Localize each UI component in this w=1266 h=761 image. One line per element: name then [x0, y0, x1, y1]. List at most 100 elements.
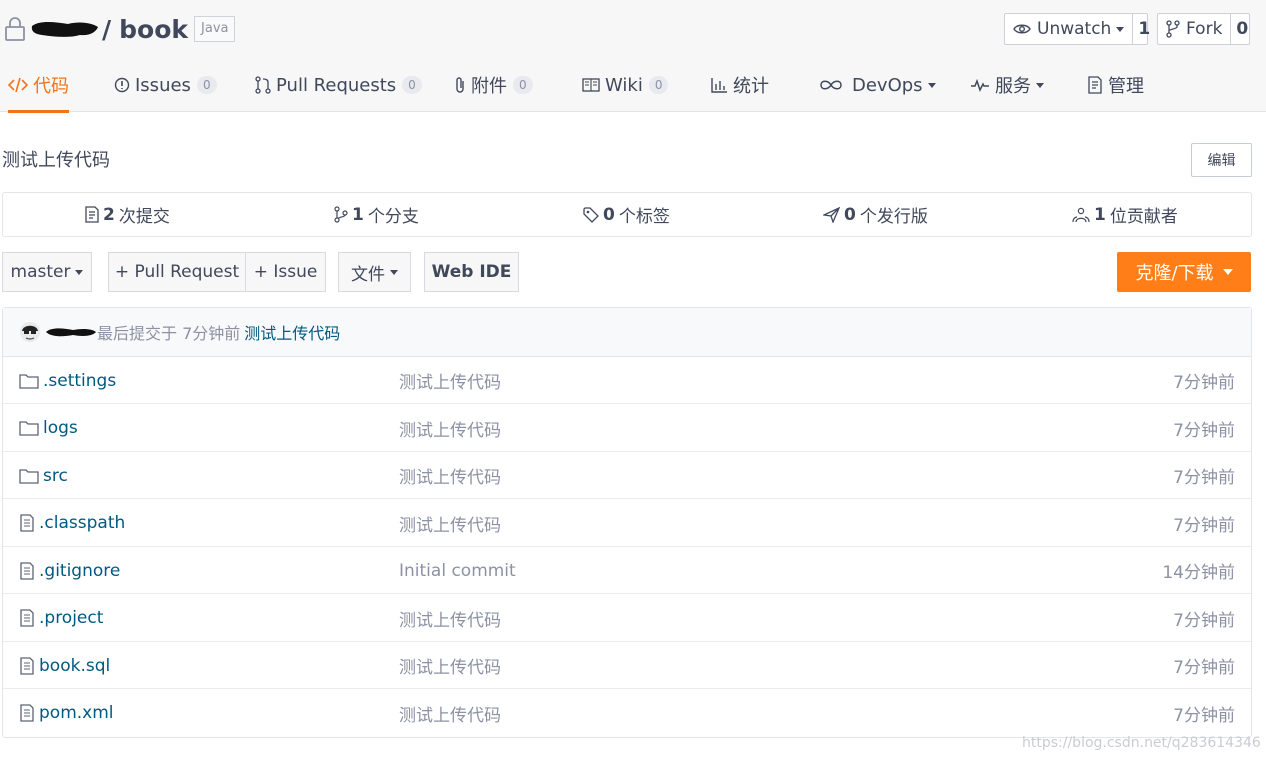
author-name-redacted[interactable] [45, 325, 97, 339]
unwatch-label: Unwatch [1037, 19, 1112, 39]
table-row[interactable]: src 测试上传代码 7分钟前 [3, 452, 1251, 499]
file-name-link[interactable]: src [19, 452, 68, 499]
commit-count: 2 [103, 204, 115, 225]
table-row[interactable]: .project 测试上传代码 7分钟前 [3, 595, 1251, 642]
last-commit-bar: 最后提交于 7分钟前 测试上传代码 [3, 308, 1251, 357]
folder-icon [19, 421, 39, 436]
new-pull-request-button[interactable]: + Pull Request [108, 252, 246, 292]
file-icon [20, 561, 34, 580]
chevron-down-icon [1116, 26, 1125, 32]
fork-count[interactable]: 0 [1231, 14, 1253, 44]
chevron-down-icon [75, 269, 84, 275]
last-commit-message[interactable]: 测试上传代码 [244, 320, 340, 344]
tab-label: DevOps [852, 74, 923, 96]
tab-label: Wiki [605, 74, 643, 96]
stat-releases[interactable]: 0 个发行版 [823, 193, 928, 236]
pulse-icon [971, 78, 989, 92]
commit-doc-icon [85, 206, 99, 223]
stat-contributors[interactable]: 1 位贡献者 [1072, 193, 1178, 236]
tab-label: 管理 [1108, 76, 1144, 97]
edit-description-button[interactable]: 编辑 [1191, 143, 1252, 177]
branch-select[interactable]: master [2, 252, 92, 292]
contributor-count: 1 [1094, 204, 1106, 225]
web-ide-button[interactable]: Web IDE [424, 252, 519, 292]
watermark: https://blog.csdn.net/q283614346 [1022, 735, 1261, 751]
clone-download-button[interactable]: 克隆/下载 [1117, 252, 1251, 292]
repo-nav-tabs: 代码 Issues 0 Pull Requests 0 附件 0 Wiki 0 … [0, 58, 1266, 113]
lock-icon [5, 17, 25, 41]
file-name: .classpath [39, 513, 126, 533]
file-name-link[interactable]: .gitignore [19, 547, 120, 594]
file-name-link[interactable]: .project [19, 595, 103, 642]
unwatch-button[interactable]: Unwatch [1005, 14, 1134, 44]
paperclip-icon [456, 77, 464, 93]
tab-label: Pull Requests [276, 74, 397, 96]
stat-commits[interactable]: 2 次提交 [85, 193, 170, 236]
branch-select-value: master [10, 262, 71, 282]
tab-pull-requests[interactable]: Pull Requests 0 [255, 58, 422, 112]
contributors-icon [1072, 207, 1090, 222]
file-commit-message[interactable]: 测试上传代码 [399, 642, 501, 689]
chevron-down-icon [927, 82, 936, 88]
file-commit-message[interactable]: 测试上传代码 [399, 595, 501, 642]
repo-name[interactable]: book [119, 15, 188, 44]
tab-label: 代码 [33, 76, 69, 97]
file-name: book.sql [39, 655, 111, 676]
tab-label: Issues [135, 74, 191, 96]
info-circle-icon [114, 77, 130, 93]
tab-devops[interactable]: DevOps [819, 58, 936, 112]
file-name-link[interactable]: .classpath [19, 500, 125, 547]
file-menu-label: 文件 [351, 264, 385, 285]
table-row[interactable]: .settings 测试上传代码 7分钟前 [3, 357, 1251, 404]
table-row[interactable]: .classpath 测试上传代码 7分钟前 [3, 500, 1251, 547]
file-commit-message[interactable]: 测试上传代码 [399, 452, 501, 499]
watch-count[interactable]: 1 [1133, 14, 1155, 44]
stat-branches[interactable]: 1 个分支 [334, 193, 419, 236]
table-row[interactable]: pom.xml 测试上传代码 7分钟前 [3, 690, 1251, 737]
tab-attachments[interactable]: 附件 0 [454, 58, 533, 112]
last-commit-time: 最后提交于 7分钟前 [97, 324, 241, 343]
file-icon [20, 609, 34, 627]
file-commit-message[interactable]: 测试上传代码 [399, 357, 501, 404]
table-row[interactable]: logs 测试上传代码 7分钟前 [3, 405, 1251, 452]
file-icon [20, 656, 34, 675]
file-name-link[interactable]: .settings [19, 357, 116, 404]
tab-statistics[interactable]: 统计 [711, 58, 769, 112]
table-row[interactable]: .gitignore Initial commit 14分钟前 [3, 547, 1251, 594]
file-name-link[interactable]: logs [19, 405, 78, 452]
watch-button-group: Unwatch 1 [1004, 13, 1150, 45]
fork-button[interactable]: Fork [1158, 14, 1232, 44]
stat-tags[interactable]: 0 个标签 [583, 193, 670, 236]
file-commit-message[interactable]: 测试上传代码 [399, 405, 501, 452]
file-commit-message[interactable]: 测试上传代码 [399, 690, 501, 737]
tab-services[interactable]: 服务 [970, 58, 1044, 112]
tab-code[interactable]: 代码 [8, 58, 69, 113]
tab-wiki[interactable]: Wiki 0 [582, 58, 669, 112]
file-commit-message[interactable]: Initial commit [399, 547, 516, 594]
infinity-icon [820, 80, 842, 90]
language-badge[interactable]: Java [194, 16, 236, 42]
tab-issues[interactable]: Issues 0 [114, 58, 217, 112]
file-commit-time: 7分钟前 [1173, 515, 1235, 536]
new-issue-button[interactable]: + Issue [245, 252, 326, 292]
file-commit-time: 7分钟前 [1173, 705, 1235, 726]
file-menu-button[interactable]: 文件 [338, 252, 411, 292]
file-name: .gitignore [39, 560, 121, 581]
release-label: 个发行版 [859, 207, 928, 227]
branch-count: 1 [352, 204, 364, 225]
file-name: .settings [43, 370, 117, 391]
file-commit-message[interactable]: 测试上传代码 [399, 500, 501, 547]
owner-name-redacted[interactable] [30, 18, 100, 40]
file-name-link[interactable]: book.sql [19, 642, 110, 689]
chevron-down-icon [1222, 269, 1233, 275]
tab-manage[interactable]: 管理 [1087, 58, 1144, 112]
table-row[interactable]: book.sql 测试上传代码 7分钟前 [3, 642, 1251, 689]
tab-label: 统计 [733, 76, 769, 97]
file-name: src [43, 465, 68, 486]
chevron-down-icon [390, 269, 398, 275]
paper-plane-icon [823, 206, 840, 223]
file-name-link[interactable]: pom.xml [19, 690, 114, 737]
issues-count-badge: 0 [196, 76, 217, 94]
file-icon [20, 514, 34, 532]
avatar[interactable] [19, 321, 41, 343]
